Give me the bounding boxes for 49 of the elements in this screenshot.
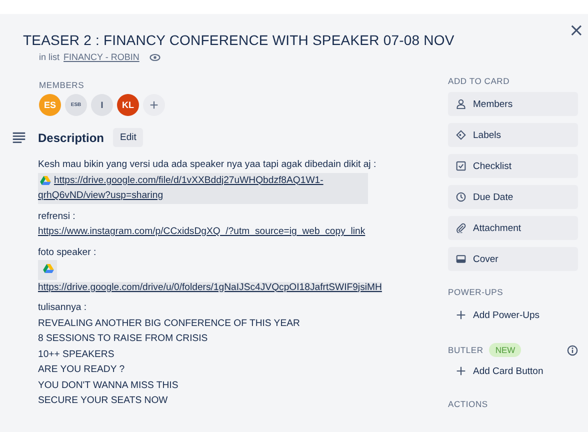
power-ups-label: POWER-UPS xyxy=(448,287,504,297)
description-text: SECURE YOUR SEATS NOW xyxy=(38,394,169,408)
description-text: foto speaker : xyxy=(38,246,98,260)
sidebar-button[interactable]: Cover xyxy=(448,247,578,271)
add-to-card-label: ADD TO CARD xyxy=(448,76,511,86)
person-icon xyxy=(456,99,466,109)
cover-icon xyxy=(456,254,466,264)
sidebar-button[interactable]: Due Date xyxy=(448,185,578,209)
sidebar-button[interactable]: Members xyxy=(448,92,578,116)
description-icon xyxy=(12,131,26,144)
member-avatar[interactable]: I xyxy=(91,94,113,116)
butler-label: BUTLER xyxy=(448,345,484,355)
description-text: REVEALING ANOTHER BIG CONFERENCE OF THIS YEAR xyxy=(38,316,301,330)
drive-icon xyxy=(40,176,51,184)
description-text: 8 SESSIONS TO RAISE FROM CRISIS xyxy=(38,332,209,346)
plus-icon xyxy=(456,310,466,320)
add-member-button[interactable]: + xyxy=(143,94,165,116)
sidebar-button[interactable]: Checklist xyxy=(448,154,578,178)
checklist-icon xyxy=(456,161,466,171)
new-badge: NEW xyxy=(489,343,522,357)
eye-icon[interactable] xyxy=(149,52,162,62)
members-label: MEMBERS xyxy=(39,80,86,90)
tag-icon xyxy=(456,130,466,140)
member-avatar[interactable]: KL xyxy=(117,94,139,116)
close-button[interactable]: × xyxy=(568,22,584,40)
description-text: Kesh mau bikin yang versi uda ada speaker nya yaa tapi agak dibedain dikit aj : xyxy=(38,158,378,172)
drive-icon xyxy=(43,264,54,273)
reference-link[interactable]: https://www.instagram.com/p/CCxidsDgXQ_/?utm_source=ig_web_copy_link xyxy=(38,226,366,237)
add-power-ups-button[interactable]: Add Power-Ups xyxy=(448,303,578,327)
clock-icon xyxy=(456,192,466,202)
description-text: 10++ SPEAKERS xyxy=(38,348,116,362)
info-icon[interactable] xyxy=(567,344,578,356)
list-link[interactable]: FINANCY - ROBIN xyxy=(64,52,140,62)
description-text: YOU DON'T WANNA MISS THIS xyxy=(38,378,180,392)
actions-label: ACTIONS xyxy=(448,399,489,409)
add-card-button-button[interactable]: Add Card Button xyxy=(448,359,578,383)
description-text: refrensi : xyxy=(38,210,76,224)
description-title: Description xyxy=(38,130,104,144)
plus-icon xyxy=(456,366,466,376)
card-title: TEASER 2 : FINANCY CONFERENCE WITH SPEAKER 07-08 NOV xyxy=(23,32,454,48)
list-prefix: in list xyxy=(39,52,60,62)
description-text: tulisannya : xyxy=(38,301,88,315)
sidebar-button[interactable]: Labels xyxy=(448,123,578,147)
drive-link[interactable]: https://drive.google.com/file/d/1vXXBddj27uWHQbdzf8AQ1W1-qrhQ6vND/view?usp=sharing xyxy=(38,172,368,204)
edit-button[interactable]: Edit xyxy=(113,128,144,147)
drive-link[interactable]: https://drive.google.com/drive/u/0/folders/1gNaIJSc4JVQcpOI18JafrtSWIF9jsiMH xyxy=(38,282,382,292)
sidebar-button[interactable]: Attachment xyxy=(448,216,578,240)
description-text: ARE YOU READY ? xyxy=(38,363,126,377)
paperclip-icon xyxy=(456,223,466,233)
